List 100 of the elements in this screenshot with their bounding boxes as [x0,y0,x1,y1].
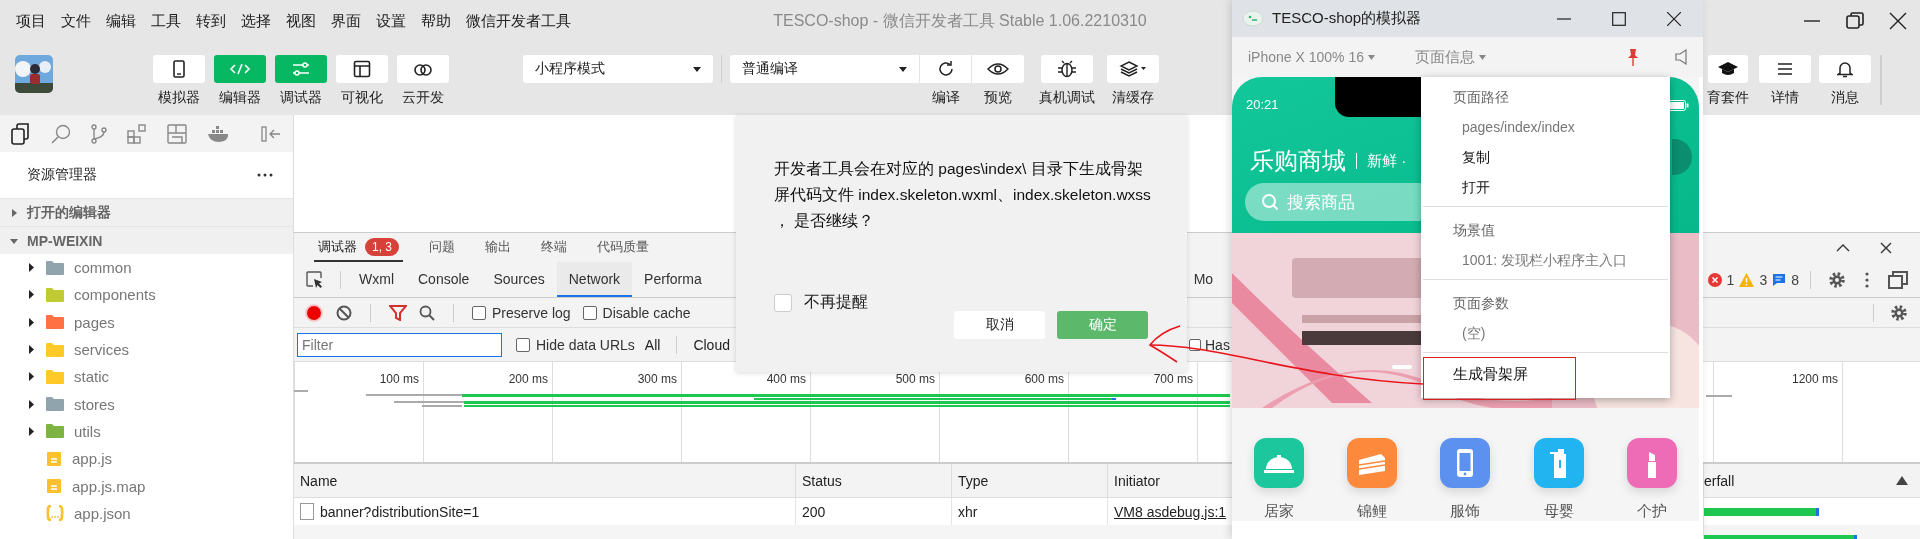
initiator-link[interactable]: VM8 asdebug.js:1 [1114,503,1227,520]
menu-item[interactable]: 工具 [151,11,181,31]
cancel-button[interactable]: 取消 [954,311,1045,339]
chevron-up-icon[interactable] [1836,243,1850,252]
category-label: 服饰 [1450,502,1481,521]
column-header[interactable]: Initiator [1107,464,1231,497]
devtools-tab[interactable]: Mo [1191,262,1216,297]
more-icon[interactable] [257,173,273,177]
tree-item[interactable]: stores [0,390,293,418]
view-toggle-button[interactable] [397,55,449,83]
menu-item[interactable]: 微信开发者工具 [466,11,571,31]
panel-tab[interactable]: 代码质量 [593,233,653,262]
filter-icon[interactable] [389,304,407,321]
layout-icon[interactable] [167,123,187,144]
message-icon [1772,272,1787,287]
toolbar-button[interactable] [1708,55,1748,83]
close-icon[interactable] [1880,241,1892,254]
menu-item[interactable]: 帮助 [421,11,451,31]
tree-item[interactable]: app.json [0,499,293,527]
column-header[interactable]: Status [795,464,951,497]
toolbar-button[interactable] [1041,55,1093,83]
toolbar-button[interactable] [1819,55,1871,83]
speaker-icon[interactable] [1675,49,1689,65]
tree-item[interactable]: app.js.map [0,472,293,500]
menu-item[interactable]: 界面 [331,11,361,31]
dock-icon[interactable] [1888,270,1908,289]
dont-remind-checkbox[interactable]: 不再提醒 [774,292,1149,313]
menu-item[interactable]: 转到 [196,11,226,31]
close-icon[interactable] [1667,11,1681,26]
view-toggle-button[interactable] [214,55,266,83]
panel-title: 资源管理器 [27,166,97,184]
collapse-icon[interactable] [261,124,281,143]
tree-item[interactable]: components [0,281,293,309]
menu-item[interactable]: 编辑 [106,11,136,31]
toolbar-button[interactable] [920,55,972,83]
panel-tab[interactable]: 问题 [425,233,459,262]
menu-section-header: 页面参数 [1452,294,1510,313]
toolbar-button[interactable] [972,55,1024,83]
menu-item[interactable]: 设置 [376,11,406,31]
lipstick-icon[interactable] [1627,438,1678,488]
maximize-icon[interactable] [1612,11,1626,26]
option-checkbox[interactable]: Preserve log [472,304,571,321]
phone-icon[interactable] [1440,438,1491,488]
tree-item[interactable]: utils [0,417,293,446]
time-tick: 500 ms [895,372,936,386]
menu-item[interactable]: 选择 [241,11,271,31]
mode-select[interactable]: 小程序模式 [523,55,713,83]
view-toggle-button[interactable] [336,55,388,83]
search-icon[interactable] [419,304,435,321]
tree-item[interactable]: services [0,335,293,364]
devtools-tab[interactable]: Sources [481,262,557,297]
inspect-icon[interactable] [306,270,324,289]
branch-icon[interactable] [91,123,107,144]
section-header[interactable]: 打开的编辑器 [0,198,293,226]
compile-select[interactable]: 普通编译 [730,55,920,83]
restore-icon[interactable] [1846,12,1864,30]
dialog-message: 开发者工具会在对应的 pages\index\ 目录下生成骨架屏代码文件 index.skeleton.wxml、index.skeleton.wxss ， 是否继续？ [774,159,1152,231]
panel-tab[interactable]: 输出 [481,233,515,262]
toolbar-button[interactable] [1107,55,1159,83]
checkbox[interactable] [516,337,530,352]
option-checkbox[interactable]: Disable cache [582,304,691,321]
pin-icon[interactable] [1627,48,1639,66]
panel-tab[interactable]: 终端 [537,233,571,262]
type-filter-button[interactable]: Cloud [691,336,732,353]
type-filter-button[interactable]: All [642,336,663,353]
search-icon[interactable] [51,123,71,144]
menu-item[interactable]: 文件 [61,11,91,31]
filter-field[interactable]: Filter [297,332,502,357]
toolbar-button[interactable] [1759,55,1811,83]
menu-item[interactable]: 项目 [16,11,46,31]
menu-item[interactable]: 视图 [286,11,316,31]
devtools-tab[interactable]: Performa [632,262,714,297]
checkbox[interactable] [472,305,486,320]
column-header[interactable]: Name [294,464,795,497]
option-checkbox[interactable]: Has [1189,336,1230,353]
devtools-tab[interactable]: Wxml [347,262,406,297]
checkbox[interactable] [582,305,597,320]
devtools-tab[interactable]: Console [406,262,482,297]
settings-icon[interactable] [1828,270,1846,289]
devtools-tab[interactable]: Network [556,262,633,297]
menu-item[interactable]: 复制 [1423,142,1668,172]
tree-item[interactable]: static [0,363,293,391]
files-icon[interactable] [11,122,31,145]
more-icon[interactable] [1865,271,1869,288]
phone-icon [172,60,186,78]
settings-icon[interactable] [1890,303,1908,322]
whale-icon[interactable] [207,124,231,143]
close-icon[interactable] [1889,12,1907,30]
extensions-icon[interactable] [127,123,147,144]
tree-item[interactable]: common [0,254,293,282]
view-toggle-button[interactable] [153,55,205,83]
option-checkbox[interactable]: Hide data URLs [516,336,635,353]
view-toggle-button[interactable] [275,55,327,83]
clear-icon[interactable] [336,304,352,321]
tree-item[interactable]: pages [0,308,293,336]
sliders-icon [291,61,311,77]
menu-item[interactable]: 生成骨架屏 [1421,353,1670,395]
section-header[interactable]: MP-WEIXIN [0,226,293,254]
column-header[interactable]: Type [951,464,1107,497]
tree-item[interactable]: app.js [0,445,293,473]
